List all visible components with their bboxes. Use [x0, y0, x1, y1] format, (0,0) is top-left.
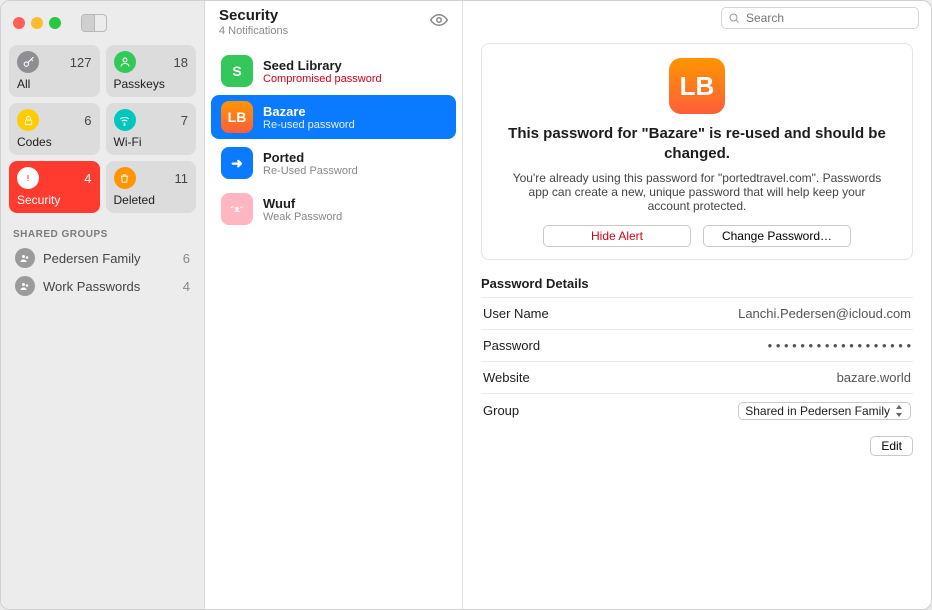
list-item-seed-library[interactable]: S Seed LibraryCompromised password	[211, 49, 456, 93]
shared-group-label: Pedersen Family	[43, 251, 141, 266]
alert-title: This password for "Bazare" is re-used an…	[496, 124, 898, 165]
visibility-icon[interactable]	[430, 7, 448, 29]
sidebar-category-passkeys[interactable]: 18 Passkeys	[106, 45, 197, 97]
sidebar-category-deleted[interactable]: 11 Deleted	[106, 161, 197, 213]
list-title: Security	[219, 7, 288, 24]
row-username[interactable]: User Name Lanchi.Pedersen@icloud.com	[481, 297, 913, 329]
lock-icon	[17, 109, 39, 131]
category-count: 6	[84, 113, 91, 128]
password-label: Password	[483, 338, 540, 353]
site-icon: LB	[221, 101, 253, 133]
username-value: Lanchi.Pedersen@icloud.com	[738, 306, 911, 321]
shared-group-pedersen-family[interactable]: Pedersen Family 6	[9, 244, 196, 272]
sidebar-category-all[interactable]: 127 All	[9, 45, 100, 97]
sidebar-category-wi-fi[interactable]: 7 Wi-Fi	[106, 103, 197, 155]
site-icon: ᵔᴥᵔ	[221, 193, 253, 225]
sidebar-category-codes[interactable]: 6 Codes	[9, 103, 100, 155]
alert-icon	[17, 167, 39, 189]
shared-group-label: Work Passwords	[43, 279, 140, 294]
website-label: Website	[483, 370, 530, 385]
category-count: 4	[84, 171, 91, 186]
chevron-updown-icon	[894, 405, 904, 417]
category-label: Deleted	[114, 193, 189, 207]
search-field[interactable]	[746, 11, 912, 25]
shared-group-work-passwords[interactable]: Work Passwords 4	[9, 272, 196, 300]
category-count: 11	[175, 171, 189, 186]
sidebar-toggle-button[interactable]	[81, 14, 107, 32]
category-label: All	[17, 77, 92, 91]
trash-icon	[114, 167, 136, 189]
group-icon	[15, 276, 35, 296]
shared-groups-header: SHARED GROUPS	[13, 229, 192, 240]
item-status: Re-Used Password	[263, 165, 358, 177]
category-grid: 127 All 18 Passkeys 6 Codes 7 Wi-Fi 4 Security 11 D…	[9, 45, 196, 213]
sidebar-category-security[interactable]: 4 Security	[9, 161, 100, 213]
minimize-icon[interactable]	[31, 17, 43, 29]
group-selector[interactable]: Shared in Pedersen Family	[738, 402, 911, 420]
shared-group-count: 6	[183, 251, 190, 266]
app-window: 127 All 18 Passkeys 6 Codes 7 Wi-Fi 4 Security 11 D…	[0, 0, 932, 610]
item-status: Weak Password	[263, 211, 342, 223]
notification-list: Security 4 Notifications S Seed LibraryCo…	[205, 1, 463, 609]
details-table: User Name Lanchi.Pedersen@icloud.com Pas…	[481, 297, 913, 428]
list-item-bazare[interactable]: LB BazareRe-used password	[211, 95, 456, 139]
row-group[interactable]: Group Shared in Pedersen Family	[481, 393, 913, 428]
category-label: Codes	[17, 135, 92, 149]
person-icon	[114, 51, 136, 73]
item-name: Bazare	[263, 104, 355, 119]
site-icon: S	[221, 55, 253, 87]
row-password[interactable]: Password • • • • • • • • • • • • • • • •…	[481, 329, 913, 361]
group-label: Group	[483, 403, 519, 418]
password-details-header: Password Details	[481, 276, 913, 291]
wifi-icon	[114, 109, 136, 131]
category-label: Wi-Fi	[114, 135, 189, 149]
category-label: Security	[17, 193, 92, 207]
alert-message: You're already using this password for "…	[496, 171, 898, 213]
search-input[interactable]	[721, 7, 919, 29]
key-icon	[17, 51, 39, 73]
close-icon[interactable]	[13, 17, 25, 29]
website-value: bazare.world	[837, 370, 911, 385]
alert-card: LB This password for "Bazare" is re-used…	[481, 43, 913, 260]
row-website[interactable]: Website bazare.world	[481, 361, 913, 393]
username-label: User Name	[483, 306, 549, 321]
change-password-button[interactable]: Change Password…	[703, 225, 851, 247]
category-count: 18	[174, 55, 188, 70]
zoom-icon[interactable]	[49, 17, 61, 29]
list-item-ported[interactable]: ➜ PortedRe-Used Password	[211, 141, 456, 185]
shared-group-count: 4	[183, 279, 190, 294]
category-count: 127	[70, 55, 92, 70]
password-value: • • • • • • • • • • • • • • • • • •	[768, 338, 911, 353]
item-status: Compromised password	[263, 73, 382, 85]
detail-pane: LB This password for "Bazare" is re-used…	[463, 1, 931, 609]
edit-button[interactable]: Edit	[870, 436, 913, 456]
group-icon	[15, 248, 35, 268]
category-label: Passkeys	[114, 77, 189, 91]
list-item-wuuf[interactable]: ᵔᴥᵔ WuufWeak Password	[211, 187, 456, 231]
list-subtitle: 4 Notifications	[219, 25, 288, 37]
item-name: Ported	[263, 150, 358, 165]
item-status: Re-used password	[263, 119, 355, 131]
hide-alert-button[interactable]: Hide Alert	[543, 225, 691, 247]
titlebar	[9, 9, 196, 37]
item-name: Wuuf	[263, 196, 342, 211]
category-count: 7	[181, 113, 188, 128]
sidebar: 127 All 18 Passkeys 6 Codes 7 Wi-Fi 4 Security 11 D…	[1, 1, 205, 609]
item-name: Seed Library	[263, 58, 382, 73]
site-icon: ➜	[221, 147, 253, 179]
search-icon	[728, 12, 740, 24]
app-icon: LB	[669, 58, 725, 114]
